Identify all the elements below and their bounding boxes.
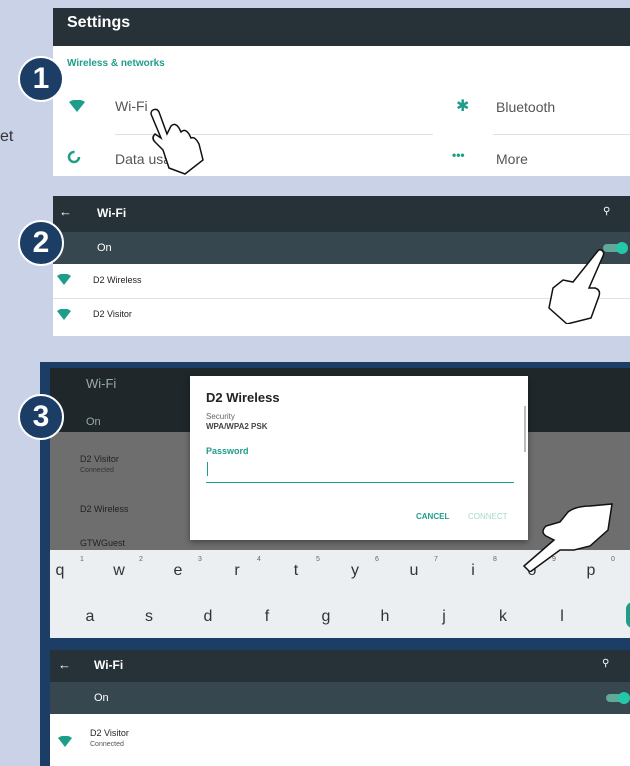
- more-label: More: [496, 151, 528, 167]
- network-name: D2 Visitor: [80, 454, 119, 464]
- more-icon: •••: [452, 148, 465, 162]
- network-name: D2 Visitor: [93, 309, 132, 319]
- text-cursor: [207, 462, 208, 476]
- network-item: GTWGuest: [50, 536, 190, 550]
- key-g[interactable]: g: [316, 608, 336, 626]
- bluetooth-icon: ✱: [456, 98, 470, 115]
- wifi-title: Wi-Fi: [94, 658, 124, 672]
- key-number-hint: 4: [257, 556, 261, 563]
- security-label: Security: [206, 412, 235, 421]
- toggle-label: On: [94, 692, 109, 704]
- settings-panel: Settings Wireless & networks Wi-Fi ✱ Blu…: [53, 8, 630, 176]
- key-e[interactable]: e: [168, 562, 188, 580]
- more-setting[interactable]: ••• More: [448, 144, 630, 176]
- wifi-header: ← Wi-Fi ⚲: [50, 650, 630, 682]
- key-number-hint: 8: [493, 556, 497, 563]
- bluetooth-label: Bluetooth: [496, 99, 556, 115]
- password-dialog: D2 Wireless Security WPA/WPA2 PSK Passwo…: [190, 376, 528, 540]
- cancel-button[interactable]: CANCEL: [416, 512, 449, 521]
- key-number-hint: 5: [316, 556, 320, 563]
- key-k[interactable]: k: [493, 608, 513, 626]
- wifi-signal-icon: [57, 309, 71, 320]
- enter-key[interactable]: [626, 602, 630, 628]
- page-title: Settings: [67, 14, 131, 31]
- pointing-hand-icon: [548, 249, 605, 324]
- dialog-scrollbar[interactable]: [524, 406, 526, 452]
- wifi-panel: ← Wi-Fi ⚲ On D2 Wireless D2 Visitor: [53, 196, 630, 336]
- key-h[interactable]: h: [375, 608, 395, 626]
- key-a[interactable]: a: [80, 608, 100, 626]
- wifi-title: Wi-Fi: [97, 206, 127, 220]
- connected-wifi-panel: ← Wi-Fi ⚲ On D2 Visitor Connected: [50, 650, 630, 766]
- bluetooth-setting[interactable]: ✱ Bluetooth: [448, 92, 630, 132]
- key-r[interactable]: r: [227, 562, 247, 580]
- key-number-hint: 6: [375, 556, 379, 563]
- wifi-toggle-row[interactable]: On: [50, 682, 630, 714]
- back-arrow-icon[interactable]: ←: [58, 657, 71, 672]
- key-number-hint: 2: [139, 556, 143, 563]
- network-name: D2 Wireless: [93, 275, 142, 285]
- settings-header: Settings: [53, 8, 630, 46]
- key-q[interactable]: q: [50, 562, 70, 580]
- network-name: D2 Wireless: [80, 504, 129, 514]
- wifi-signal-icon: [58, 736, 72, 747]
- key-t[interactable]: t: [286, 562, 306, 580]
- key-s[interactable]: s: [139, 608, 159, 626]
- password-field[interactable]: [206, 460, 514, 483]
- section-header: Wireless & networks: [67, 58, 165, 69]
- key-number-hint: 7: [434, 556, 438, 563]
- search-icon[interactable]: ⚲: [603, 206, 610, 217]
- wifi-header: ← Wi-Fi ⚲: [53, 196, 630, 232]
- back-arrow-icon[interactable]: ←: [59, 204, 72, 219]
- key-j[interactable]: j: [434, 608, 454, 626]
- network-name: GTWGuest: [80, 538, 126, 548]
- data-usage-icon: [67, 150, 81, 164]
- key-y[interactable]: y: [345, 562, 365, 580]
- step-badge-3: 3: [18, 394, 64, 440]
- step-badge-2: 2: [18, 220, 64, 266]
- dimmed-toggle-label: On: [86, 416, 101, 428]
- network-status: Connected: [80, 467, 114, 474]
- connect-button[interactable]: CONNECT: [468, 512, 508, 521]
- pointing-hand-icon: [522, 503, 613, 572]
- wifi-signal-icon: [57, 274, 71, 285]
- data-usage-setting[interactable]: Data usage: [53, 144, 433, 176]
- frame-left-edge: [40, 650, 50, 766]
- key-number-hint: 1: [80, 556, 84, 563]
- network-name: D2 Visitor: [90, 728, 129, 738]
- key-l[interactable]: l: [552, 608, 572, 626]
- key-number-hint: 3: [198, 556, 202, 563]
- wifi-switch-knob[interactable]: [618, 692, 630, 704]
- network-item: D2 Wireless: [50, 498, 190, 522]
- key-u[interactable]: u: [404, 562, 424, 580]
- key-w[interactable]: w: [109, 562, 129, 580]
- network-item-d2-visitor[interactable]: D2 Visitor Connected: [50, 714, 630, 766]
- key-i[interactable]: i: [463, 562, 483, 580]
- security-value: WPA/WPA2 PSK: [206, 422, 268, 431]
- wifi-switch-knob[interactable]: [616, 242, 628, 254]
- network-item: D2 Visitor Connected: [50, 448, 190, 482]
- step-badge-1: 1: [18, 56, 64, 102]
- pointing-hand-icon: [150, 108, 204, 175]
- divider: [493, 134, 630, 135]
- wifi-icon: [69, 100, 85, 112]
- wifi-label: Wi-Fi: [115, 98, 148, 114]
- wifi-setting[interactable]: Wi-Fi: [53, 92, 433, 132]
- cropped-side-text: et: [0, 128, 14, 145]
- key-d[interactable]: d: [198, 608, 218, 626]
- search-icon[interactable]: ⚲: [602, 658, 609, 669]
- key-f[interactable]: f: [257, 608, 277, 626]
- dimmed-title: Wi-Fi: [86, 376, 117, 391]
- toggle-label: On: [97, 242, 112, 254]
- dialog-title: D2 Wireless: [206, 390, 280, 405]
- password-label: Password: [206, 446, 249, 456]
- network-status: Connected: [90, 741, 124, 748]
